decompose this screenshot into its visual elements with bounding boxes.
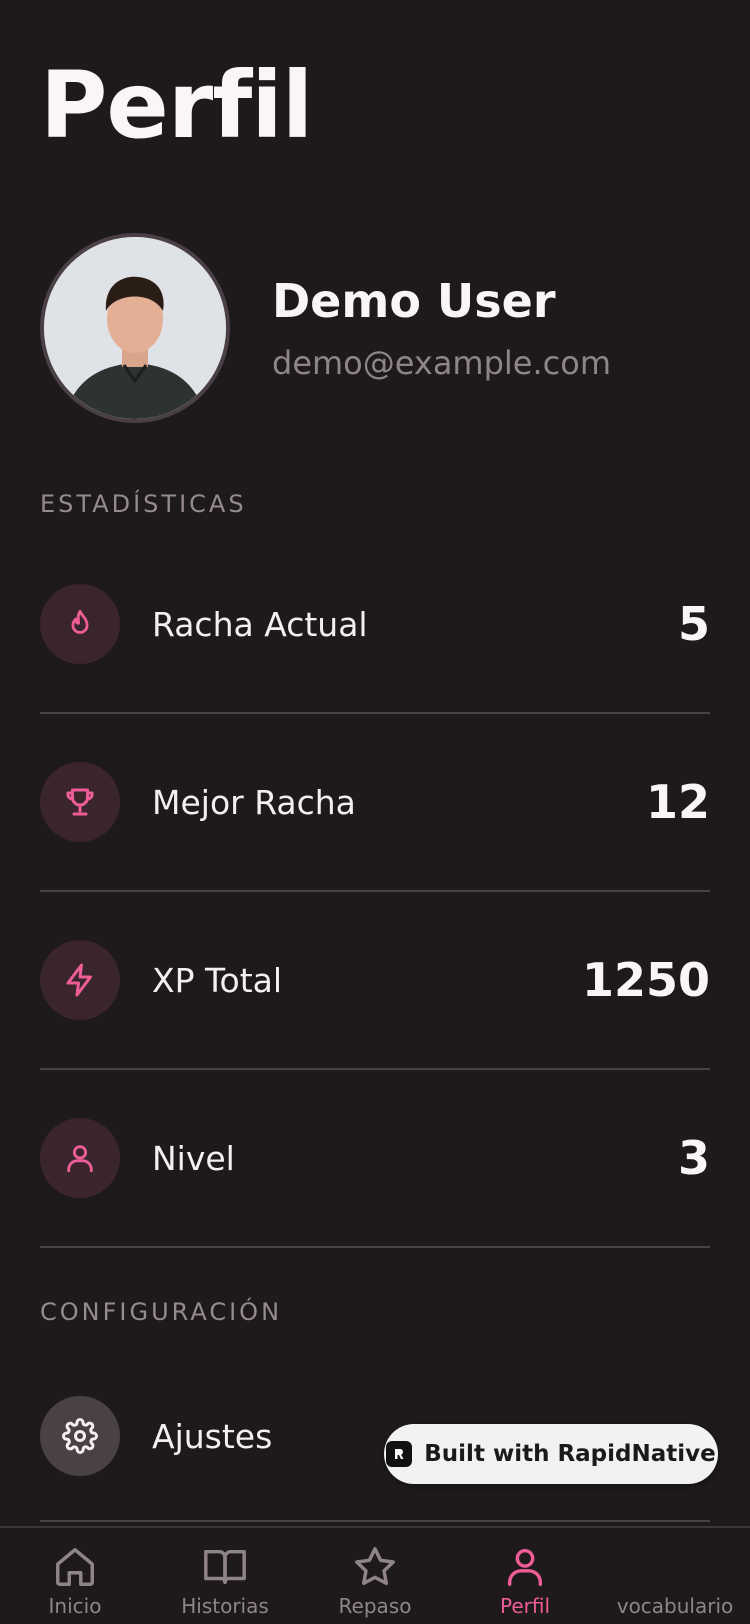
tab-icon-placeholder xyxy=(652,1544,698,1590)
stat-row-best-streak: Mejor Racha 12 xyxy=(40,714,710,892)
stats-section-label: ESTADÍSTICAS xyxy=(40,490,247,518)
user-icon xyxy=(507,1548,543,1586)
gear-icon xyxy=(40,1396,120,1476)
book-icon xyxy=(204,1549,246,1585)
stat-value: 3 xyxy=(677,1131,710,1185)
stat-row-level: Nivel 3 xyxy=(40,1070,710,1248)
stat-label: Racha Actual xyxy=(152,604,368,644)
tab-label: Repaso xyxy=(338,1594,412,1618)
star-icon xyxy=(355,1547,395,1586)
config-section-label: CONFIGURACIÓN xyxy=(40,1298,283,1326)
tab-label: vocabulario xyxy=(616,1594,734,1618)
tab-perfil[interactable]: Perfil xyxy=(450,1528,600,1624)
user-name: Demo User xyxy=(272,274,556,328)
tab-repaso[interactable]: Repaso xyxy=(300,1528,450,1624)
page-title: Perfil xyxy=(40,52,313,159)
tab-vocabulario[interactable]: vocabulario xyxy=(600,1528,750,1624)
stat-value: 1250 xyxy=(581,953,710,1007)
stat-value: 5 xyxy=(677,597,710,651)
stat-row-current-streak: Racha Actual 5 xyxy=(40,536,710,714)
built-with-badge[interactable]: Built with RapidNative xyxy=(384,1424,718,1484)
tab-label: Perfil xyxy=(499,1594,551,1618)
stat-label: Mejor Racha xyxy=(152,782,356,822)
stat-label: Nivel xyxy=(152,1138,235,1178)
badge-text: Built with RapidNative xyxy=(424,1441,716,1467)
lightning-icon xyxy=(40,940,120,1020)
stat-value: 12 xyxy=(645,775,710,829)
rapidnative-logo-icon xyxy=(386,1441,413,1467)
stat-label: XP Total xyxy=(152,960,283,1000)
bottom-tab-bar: Inicio Historias Repaso Perfil vocabular… xyxy=(0,1526,750,1624)
trophy-icon xyxy=(40,762,120,842)
profile-card: Demo User demo@example.com xyxy=(40,232,710,424)
user-email: demo@example.com xyxy=(272,344,611,382)
stat-row-total-xp: XP Total 1250 xyxy=(40,892,710,1070)
tab-label: Historias xyxy=(181,1594,269,1618)
avatar[interactable] xyxy=(40,233,230,423)
tab-label: Inicio xyxy=(48,1594,102,1618)
user-icon xyxy=(40,1118,120,1198)
home-icon xyxy=(56,1548,94,1586)
tab-inicio[interactable]: Inicio xyxy=(0,1528,150,1624)
tab-historias[interactable]: Historias xyxy=(150,1528,300,1624)
flame-icon xyxy=(40,584,120,664)
